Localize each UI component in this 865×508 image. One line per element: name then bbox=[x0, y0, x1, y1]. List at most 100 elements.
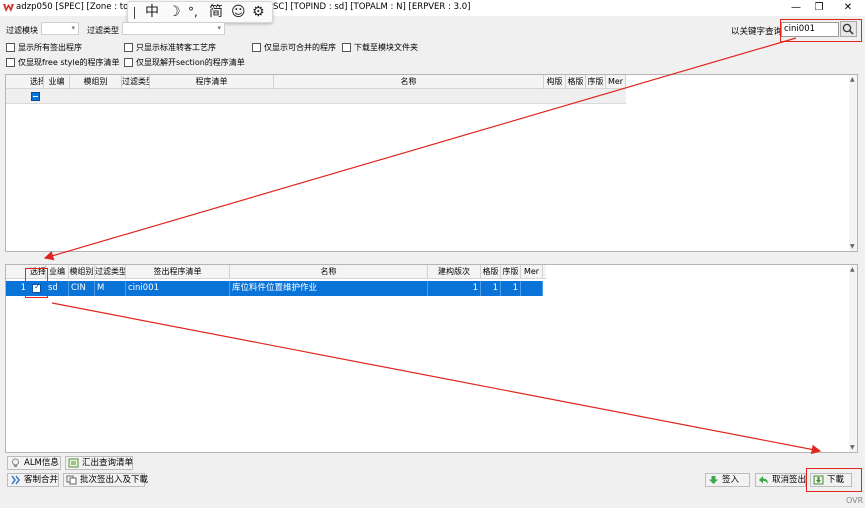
window-title-tail: SC] [TOPIND : sd] [TOPALM : N] [ERPVER :… bbox=[273, 2, 471, 12]
checkbox-box bbox=[342, 43, 351, 52]
ime-punctuation-icon[interactable]: °, bbox=[188, 4, 198, 21]
scroll-up-icon[interactable]: ▲ bbox=[850, 76, 855, 83]
checkbox-label: 显示所有签出程序 bbox=[18, 43, 82, 52]
checkbox-box bbox=[124, 58, 133, 67]
type-filter-label: 过滤类型 bbox=[87, 26, 119, 35]
header-industry[interactable]: 业编 bbox=[44, 75, 70, 89]
cell-name: 库位料件位置维护作业 bbox=[230, 281, 428, 296]
header-build-version[interactable]: 构版 bbox=[544, 75, 566, 89]
module-filter-select[interactable]: ▾ bbox=[41, 22, 79, 35]
overwrite-mode-indicator: OVR bbox=[846, 496, 864, 505]
cell-mer bbox=[521, 281, 543, 296]
header-grid-version[interactable]: 格版 bbox=[566, 75, 586, 89]
cell-program: cini001 bbox=[126, 281, 230, 296]
alm-info-button[interactable]: ALM信息 bbox=[7, 456, 61, 470]
button-label: 汇出查询清单 bbox=[82, 458, 134, 468]
checkbox-label: 仅显现解开section的程序清单 bbox=[136, 58, 245, 67]
table-row[interactable]: 1 ✓ sd CIN M cini001 库位料件位置维护作业 1 1 1 bbox=[6, 281, 543, 296]
mergeable-only-checkbox[interactable]: 仅显示可合并的程序 bbox=[252, 42, 336, 53]
button-label: ALM信息 bbox=[24, 458, 59, 468]
header-module[interactable]: 模组别 bbox=[69, 265, 95, 279]
header-mer[interactable]: Mer bbox=[521, 265, 543, 279]
header-type[interactable]: 过滤类型 bbox=[95, 265, 126, 279]
top-grid-scrollbar[interactable]: ▲ ▼ bbox=[849, 75, 857, 251]
header-seq-version[interactable]: 序版 bbox=[586, 75, 606, 89]
arrow-down-green-icon bbox=[709, 476, 718, 484]
app-logo-icon bbox=[3, 4, 14, 12]
checkbox-box bbox=[6, 58, 15, 67]
cell-seq-version: 1 bbox=[501, 281, 521, 296]
bottom-grid-scrollbar[interactable]: ▲ ▼ bbox=[849, 265, 857, 452]
cell-type: M bbox=[95, 281, 126, 296]
checkbox-box bbox=[252, 43, 261, 52]
ime-halfwidth-icon[interactable]: ☽ bbox=[168, 4, 181, 21]
checkbox-label: 只显示标准转客工艺序 bbox=[136, 43, 216, 52]
ime-toolbar: 中 ☽ °, 简 ☺ ⚙ bbox=[127, 1, 273, 23]
standard-only-checkbox[interactable]: 只显示标准转客工艺序 bbox=[124, 42, 216, 53]
batch-checkout-download-button[interactable]: 批次签出入及下載 bbox=[63, 473, 149, 487]
search-label: 以关键字查询 bbox=[731, 27, 783, 37]
chevron-down-icon: ▾ bbox=[217, 24, 221, 32]
batch-icon bbox=[66, 475, 77, 485]
header-module[interactable]: 模组别 bbox=[70, 75, 122, 89]
cell-build-version: 1 bbox=[428, 281, 481, 296]
download-highlight-box bbox=[806, 468, 862, 492]
ime-chinese-mode-icon[interactable]: 中 bbox=[145, 4, 159, 21]
show-all-checkout-checkbox[interactable]: 显示所有签出程序 bbox=[6, 42, 82, 53]
header-type[interactable]: 过滤类型 bbox=[122, 75, 150, 89]
scroll-up-icon[interactable]: ▲ bbox=[850, 266, 855, 273]
unlocked-section-only-checkbox[interactable]: 仅显现解开section的程序清单 bbox=[124, 57, 245, 68]
checkbox-label: 仅显现free style的程序清单 bbox=[18, 58, 120, 67]
header-spacer bbox=[6, 75, 30, 89]
header-seq-version[interactable]: 序版 bbox=[501, 265, 521, 279]
checked-out-program-grid[interactable]: 选择 业编 模组别 过滤类型 签出程序清单 名称 建构版次 格版 序版 Mer … bbox=[5, 264, 858, 453]
header-build-version[interactable]: 建构版次 bbox=[428, 265, 481, 279]
undo-green-icon bbox=[759, 476, 768, 484]
cell-module: CIN bbox=[69, 281, 95, 296]
scroll-down-icon[interactable]: ▼ bbox=[850, 444, 855, 451]
header-mer[interactable]: Mer bbox=[606, 75, 626, 89]
header-name[interactable]: 名称 bbox=[274, 75, 544, 89]
top-grid-new-row bbox=[6, 89, 626, 104]
free-style-only-checkbox[interactable]: 仅显现free style的程序清单 bbox=[6, 57, 120, 68]
close-button[interactable]: ✕ bbox=[837, 0, 859, 16]
export-icon bbox=[68, 458, 79, 468]
download-to-module-folder-checkbox[interactable]: 下载至模块文件夹 bbox=[342, 42, 418, 53]
button-label: 批次签出入及下載 bbox=[80, 475, 149, 485]
minus-icon bbox=[33, 96, 38, 97]
export-query-list-button[interactable]: 汇出查询清单 bbox=[65, 456, 133, 470]
module-filter-label: 过滤模块 bbox=[6, 26, 38, 35]
grid-header: 选择 业编 模组别 过滤类型 程序清单 名称 构版 格版 序版 Mer bbox=[6, 75, 626, 89]
header-name[interactable]: 名称 bbox=[230, 265, 428, 279]
checkbox-label: 仅显示可合并的程序 bbox=[264, 43, 336, 52]
header-select[interactable]: 选择 bbox=[30, 75, 44, 89]
checkbox-highlight-box bbox=[25, 268, 48, 298]
cancel-checkout-button[interactable]: 取消签出 bbox=[755, 473, 806, 487]
ime-simplified-icon[interactable]: 简 bbox=[209, 4, 223, 21]
checkbox-label: 下载至模块文件夹 bbox=[354, 43, 418, 52]
select-all-checkbox[interactable] bbox=[31, 92, 40, 101]
button-label: 签入 bbox=[722, 475, 740, 485]
cell-grid-version: 1 bbox=[481, 281, 501, 296]
ime-drag-handle[interactable] bbox=[134, 7, 135, 19]
minimize-button[interactable]: — bbox=[785, 0, 807, 16]
merge-icon bbox=[11, 475, 20, 485]
header-program[interactable]: 程序清单 bbox=[150, 75, 274, 89]
header-grid-version[interactable]: 格版 bbox=[481, 265, 501, 279]
header-industry[interactable]: 业编 bbox=[46, 265, 69, 279]
program-list-grid[interactable]: 选择 业编 模组别 过滤类型 程序清单 名称 构版 格版 序版 Mer ▲ ▼ bbox=[5, 74, 858, 252]
ime-emoji-icon[interactable]: ☺ bbox=[231, 4, 246, 21]
maximize-button[interactable]: ❐ bbox=[808, 0, 830, 16]
grid-header: 选择 业编 模组别 过滤类型 签出程序清单 名称 建构版次 格版 序版 Mer bbox=[6, 265, 546, 279]
scroll-down-icon[interactable]: ▼ bbox=[850, 243, 855, 250]
button-label: 取消签出 bbox=[772, 475, 807, 485]
header-program[interactable]: 签出程序清单 bbox=[126, 265, 230, 279]
checkbox-box bbox=[124, 43, 133, 52]
check-in-button[interactable]: 签入 bbox=[705, 473, 750, 487]
type-filter-select[interactable]: ▾ bbox=[122, 22, 225, 35]
ime-settings-icon[interactable]: ⚙ bbox=[252, 4, 265, 21]
custom-merge-button[interactable]: 客制合并 bbox=[7, 473, 59, 487]
search-highlight-box bbox=[780, 19, 862, 42]
checkbox-box bbox=[6, 43, 15, 52]
button-label: 客制合并 bbox=[24, 475, 59, 485]
